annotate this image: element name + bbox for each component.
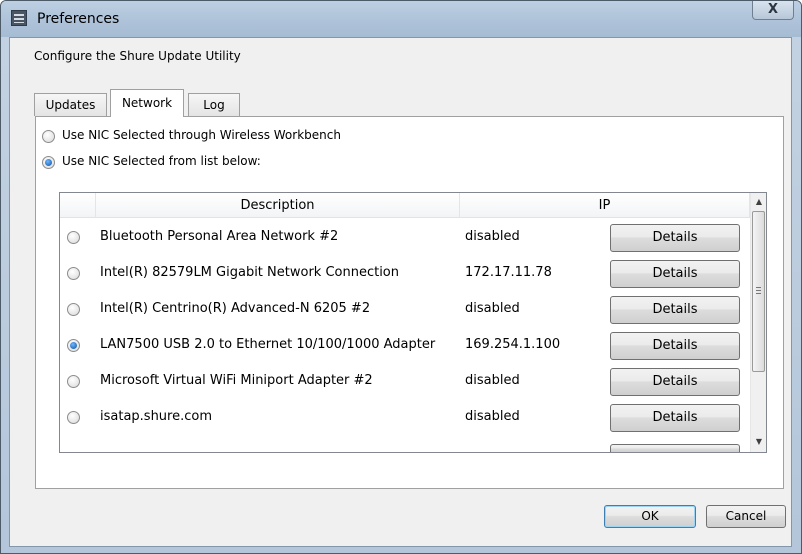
table-row[interactable]: Intel(R) Centrino(R) Advanced-N 6205 #2 … [60,290,750,326]
option-wireless-workbench-label: Use NIC Selected through Wireless Workbe… [62,128,341,142]
nic-list[interactable]: Description IP Bluetooth Personal Area N… [59,192,767,453]
row-ip: disabled [465,409,520,424]
column-header-select [60,193,96,218]
app-icon [11,10,27,26]
row-ip: 172.17.11.78 [465,265,552,280]
row-description: isatap.shure.com [100,409,213,424]
row-description: LAN7500 USB 2.0 to Ethernet 10/100/1000 … [100,337,436,352]
column-header-description[interactable]: Description [96,193,460,218]
vertical-scrollbar[interactable]: ▲ ▼ [750,193,766,452]
row-radio[interactable] [67,339,80,352]
scroll-down-arrow-icon[interactable]: ▼ [752,434,766,450]
row-radio[interactable] [67,375,80,388]
grip-line [756,293,761,294]
table-row[interactable]: LAN7500 USB 2.0 to Ethernet 10/100/1000 … [60,326,750,362]
row-description: Intel(R) 82579LM Gigabit Network Connect… [100,265,399,280]
row-radio[interactable] [67,411,80,424]
row-ip: disabled [465,301,520,316]
table-row[interactable] [60,434,750,452]
scroll-up-arrow-icon[interactable]: ▲ [752,194,766,210]
details-button[interactable]: Details [610,296,740,324]
window-title: Preferences [37,11,120,27]
preferences-window: Preferences X Configure the Shure Update… [0,0,802,554]
table-row[interactable]: Bluetooth Personal Area Network #2 disab… [60,218,750,254]
table-row[interactable]: isatap.shure.com disabled Details [60,398,750,434]
configure-label: Configure the Shure Update Utility [34,49,241,63]
tab-updates[interactable]: Updates [34,93,107,116]
details-button[interactable]: Details [610,332,740,360]
option-list-below-label: Use NIC Selected from list below: [62,154,261,168]
row-description: Intel(R) Centrino(R) Advanced-N 6205 #2 [100,301,371,316]
row-radio[interactable] [67,231,80,244]
details-button[interactable] [610,444,740,452]
table-row[interactable]: Microsoft Virtual WiFi Miniport Adapter … [60,362,750,398]
row-description: Microsoft Virtual WiFi Miniport Adapter … [100,373,373,388]
radio-wireless-workbench[interactable] [42,130,55,143]
column-header-ip[interactable]: IP [460,193,750,218]
radio-list-below[interactable] [42,156,55,169]
row-radio[interactable] [67,267,80,280]
title-bar[interactable]: Preferences X [1,1,801,37]
ok-button[interactable]: OK [604,505,696,528]
row-ip: disabled [465,373,520,388]
details-button[interactable]: Details [610,404,740,432]
tab-log[interactable]: Log [188,93,240,116]
close-button[interactable]: X [752,1,794,20]
details-button[interactable]: Details [610,224,740,252]
details-button[interactable]: Details [610,260,740,288]
row-radio[interactable] [67,303,80,316]
scroll-thumb[interactable] [752,211,765,372]
details-button[interactable]: Details [610,368,740,396]
cancel-button[interactable]: Cancel [706,505,786,528]
row-description: Bluetooth Personal Area Network #2 [100,229,339,244]
grip-line [756,287,761,288]
row-ip: 169.254.1.100 [465,337,561,352]
row-ip: disabled [465,229,520,244]
tab-network[interactable]: Network [110,89,184,117]
grip-line [756,290,761,291]
table-row[interactable]: Intel(R) 82579LM Gigabit Network Connect… [60,254,750,290]
